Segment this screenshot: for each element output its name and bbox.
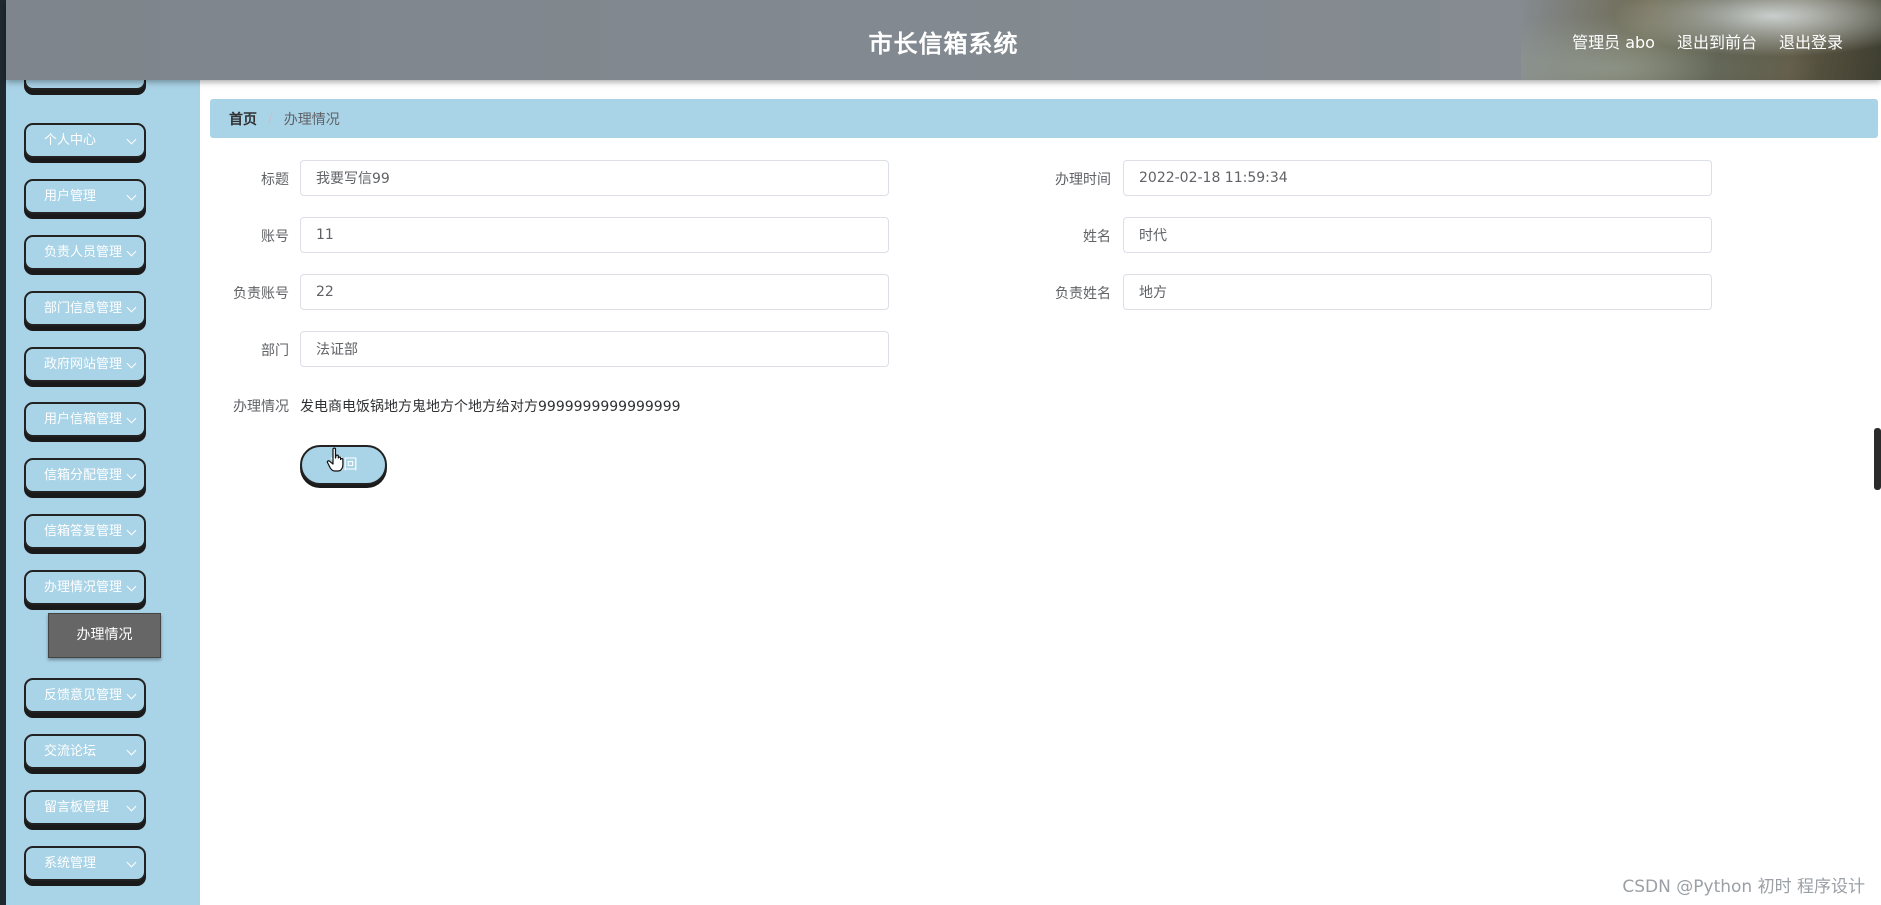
sidebar: 首页 个人中心 用户管理 负责人员管理 部门信息管理 政府网站管理 用户信箱管理…	[6, 0, 200, 905]
sidebar-item-label: 办理情况管理	[44, 580, 123, 595]
scrollbar-thumb[interactable]	[1874, 428, 1881, 490]
breadcrumb: 首页 / 办理情况	[210, 99, 1878, 138]
sidebar-item-label: 交流论坛	[44, 744, 97, 759]
hand-pointer-icon	[326, 447, 344, 472]
responsible-name-label: 负责姓名	[1055, 286, 1111, 302]
chevron-down-icon	[126, 469, 137, 480]
handling-situation-label: 办理情况	[233, 399, 289, 415]
handle-time-label: 办理时间	[1055, 172, 1111, 188]
sidebar-item-staff-management[interactable]: 负责人员管理	[24, 235, 146, 270]
breadcrumb-home[interactable]: 首页	[229, 109, 257, 129]
sidebar-item-label: 个人中心	[44, 133, 97, 148]
breadcrumb-current: 办理情况	[283, 111, 340, 128]
sidebar-item-handling-management[interactable]: 办理情况管理	[24, 570, 146, 605]
sidebar-item-message-board[interactable]: 留言板管理	[24, 790, 146, 825]
department-label: 部门	[261, 343, 289, 359]
sidebar-item-mailbox-assignment[interactable]: 信箱分配管理	[24, 458, 146, 493]
sidebar-item-label: 用户管理	[44, 189, 97, 204]
account-input[interactable]	[300, 217, 889, 253]
chevron-down-icon	[126, 689, 137, 700]
sidebar-item-forum[interactable]: 交流论坛	[24, 734, 146, 769]
sidebar-subitem-handling[interactable]: 办理情况	[48, 613, 161, 658]
sidebar-item-department-management[interactable]: 部门信息管理	[24, 291, 146, 326]
responsible-account-label: 负责账号	[233, 286, 289, 302]
sidebar-item-personal-center[interactable]: 个人中心	[24, 123, 146, 158]
logout-link[interactable]: 退出登录	[1779, 29, 1843, 53]
top-header: 市长信箱系统 管理员 abo 退出到前台 退出登录	[6, 0, 1881, 80]
sidebar-item-mailbox-reply[interactable]: 信箱答复管理	[24, 514, 146, 549]
sidebar-item-user-mailbox-management[interactable]: 用户信箱管理	[24, 402, 146, 437]
sidebar-item-gov-site-management[interactable]: 政府网站管理	[24, 347, 146, 382]
chevron-down-icon	[126, 302, 137, 313]
chevron-down-icon	[126, 190, 137, 201]
account-label: 账号	[261, 229, 289, 245]
responsible-name-input[interactable]	[1123, 274, 1712, 310]
header-links: 管理员 abo 退出到前台 退出登录	[1572, 29, 1843, 53]
chevron-down-icon	[126, 134, 137, 145]
exit-to-front-link[interactable]: 退出到前台	[1677, 29, 1757, 53]
name-input[interactable]	[1123, 217, 1712, 253]
department-input[interactable]	[300, 331, 889, 367]
sidebar-item-label: 信箱分配管理	[44, 468, 123, 483]
sidebar-item-label: 政府网站管理	[44, 357, 123, 372]
chevron-down-icon	[126, 745, 137, 756]
breadcrumb-separator: /	[268, 110, 273, 127]
sidebar-item-label: 反馈意见管理	[44, 688, 123, 703]
chevron-down-icon	[126, 246, 137, 257]
name-label: 姓名	[1083, 229, 1111, 245]
handle-time-input[interactable]	[1123, 160, 1712, 196]
responsible-account-input[interactable]	[300, 274, 889, 310]
chevron-down-icon	[126, 581, 137, 592]
admin-user-link[interactable]: 管理员 abo	[1572, 29, 1655, 53]
sidebar-item-label: 信箱答复管理	[44, 524, 123, 539]
chevron-down-icon	[126, 413, 137, 424]
app-window: 首页 个人中心 用户管理 负责人员管理 部门信息管理 政府网站管理 用户信箱管理…	[0, 0, 1881, 905]
watermark: CSDN @Python 初时 程序设计	[1622, 877, 1865, 897]
sidebar-item-label: 负责人员管理	[44, 245, 123, 260]
chevron-down-icon	[126, 358, 137, 369]
handling-situation-text: 发电商电饭锅地方鬼地方个地方给对方9999999999999999	[300, 399, 681, 415]
chevron-down-icon	[126, 857, 137, 868]
sidebar-item-system-management[interactable]: 系统管理	[24, 846, 146, 881]
title-label: 标题	[261, 172, 289, 188]
sidebar-item-label: 用户信箱管理	[44, 412, 123, 427]
sidebar-item-label: 系统管理	[44, 856, 97, 871]
chevron-down-icon	[126, 801, 137, 812]
chevron-down-icon	[126, 525, 137, 536]
title-input[interactable]	[300, 160, 889, 196]
sidebar-item-label: 部门信息管理	[44, 301, 123, 316]
sidebar-item-label: 留言板管理	[44, 800, 110, 815]
sidebar-item-feedback-management[interactable]: 反馈意见管理	[24, 678, 146, 713]
sidebar-item-user-management[interactable]: 用户管理	[24, 179, 146, 214]
